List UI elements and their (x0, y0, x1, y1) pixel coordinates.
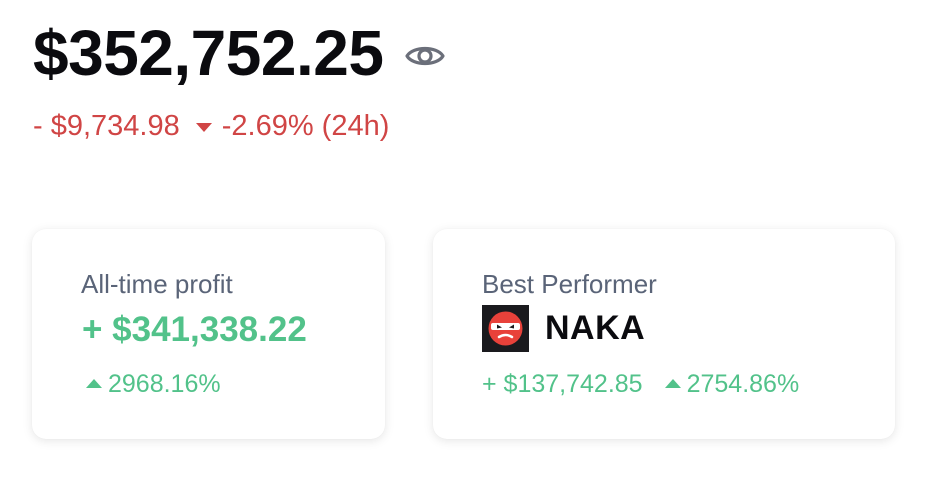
token-name: NAKA (545, 309, 646, 347)
caret-up-icon (86, 378, 102, 388)
eye-icon[interactable] (405, 42, 446, 70)
all-time-profit-card: All-time profit + $341,338.22 2968.16% (32, 229, 385, 439)
total-balance: $352,752.25 (33, 17, 384, 89)
balance-change: - $9,734.98 -2.69% (24h) (33, 106, 389, 146)
naka-token-logo-icon (482, 305, 529, 352)
gain-percent: 2754.86% (686, 370, 800, 398)
profit-percent: 2968.16% (108, 370, 221, 398)
best-performer-card: Best Performer NAKA + $137,742.85 2754.8… (433, 229, 895, 439)
caret-down-icon (195, 123, 212, 132)
change-amount: - $9,734.98 (33, 110, 180, 142)
profit-value: + $341,338.22 (82, 310, 307, 349)
gain-amount: + $137,742.85 (482, 370, 643, 398)
best-performer-token: NAKA (482, 305, 645, 352)
change-percent: -2.69% (24h) (221, 110, 390, 142)
profit-percent-row: 2968.16% (86, 369, 221, 399)
caret-up-icon (664, 378, 681, 388)
balance-header: $352,752.25 (33, 14, 446, 92)
best-performer-gain-row: + $137,742.85 2754.86% (482, 369, 799, 399)
profit-label: All-time profit (81, 269, 233, 299)
best-performer-label: Best Performer (482, 269, 657, 299)
